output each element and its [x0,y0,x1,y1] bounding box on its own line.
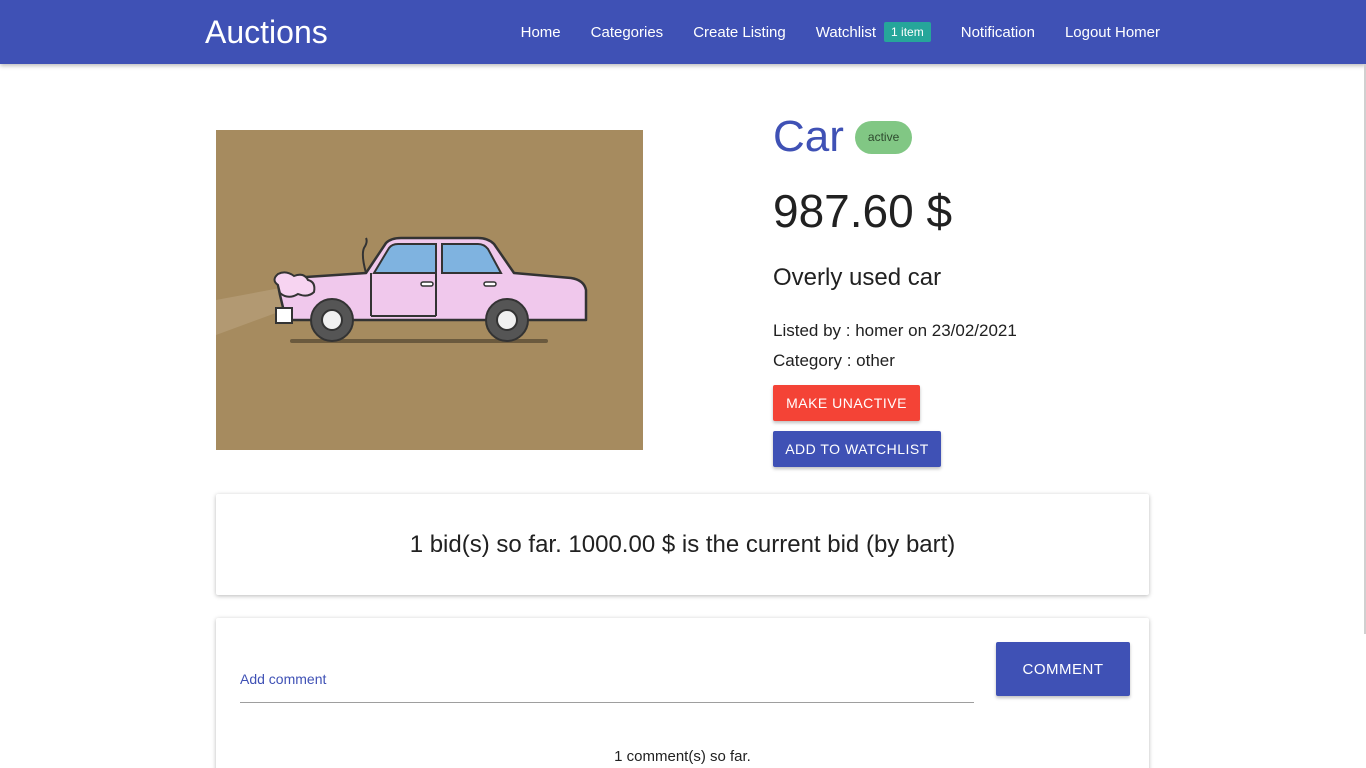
make-unactive-button[interactable]: MAKE UNACTIVE [773,385,920,421]
comments-card: Add comment COMMENT 1 comment(s) so far. [216,618,1149,768]
nav-logout[interactable]: Logout Homer [1065,24,1160,41]
nav-watchlist-label: Watchlist [815,23,877,41]
comment-input-label: Add comment [240,671,327,687]
nav-categories[interactable]: Categories [591,24,664,41]
brand-logo[interactable]: Auctions [205,13,328,51]
nav-notification[interactable]: Notification [961,24,1035,41]
listing-category: Category : other [773,351,895,370]
pink-car-icon [216,236,588,343]
listing-title: Car [773,112,844,161]
listing-image [216,130,643,450]
watchlist-count-badge: 1 item [884,22,931,42]
comment-button[interactable]: COMMENT [996,642,1130,696]
comment-input[interactable] [240,698,974,703]
add-to-watchlist-button[interactable]: ADD TO WATCHLIST [773,431,941,467]
nav-watchlist[interactable]: Watchlist 1 item [816,22,931,42]
nav-home[interactable]: Home [521,24,561,41]
nav-links: Home Categories Create Listing Watchlist… [521,0,1160,64]
navbar: Auctions Home Categories Create Listing … [0,0,1366,64]
bid-summary: 1 bid(s) so far. 1000.00 $ is the curren… [409,530,956,558]
listing-header: Car active [773,112,913,162]
bids-card: 1 bid(s) so far. 1000.00 $ is the curren… [216,494,1149,595]
status-badge: active [854,120,913,154]
nav-create-listing[interactable]: Create Listing [693,24,786,41]
listing-description: Overly used car [773,264,942,291]
comment-count: 1 comment(s) so far. [614,748,751,765]
listed-by: Listed by : homer on 23/02/2021 [773,321,1017,340]
listing-price: 987.60 $ [773,185,953,237]
